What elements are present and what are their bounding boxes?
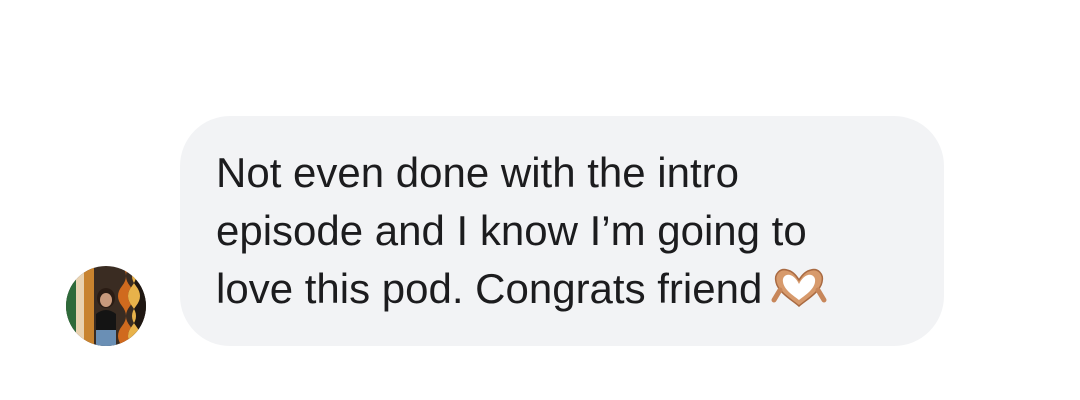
message-text-line-1: Not even done with the intro [216, 149, 739, 196]
message-text-line-3-text: love this pod. Congrats friend [216, 265, 763, 312]
sender-avatar[interactable] [66, 266, 146, 346]
message-thread: Not even done with the intro episode and… [0, 0, 1080, 400]
avatar-photo-icon [66, 266, 146, 346]
message-text-line-3: love this pod. Congrats friend [216, 260, 904, 318]
heart-hands-emoji-icon [770, 266, 828, 310]
message-bubble[interactable]: Not even done with the intro episode and… [180, 116, 944, 346]
message-text-line-2: episode and I know I’m going to [216, 207, 807, 254]
